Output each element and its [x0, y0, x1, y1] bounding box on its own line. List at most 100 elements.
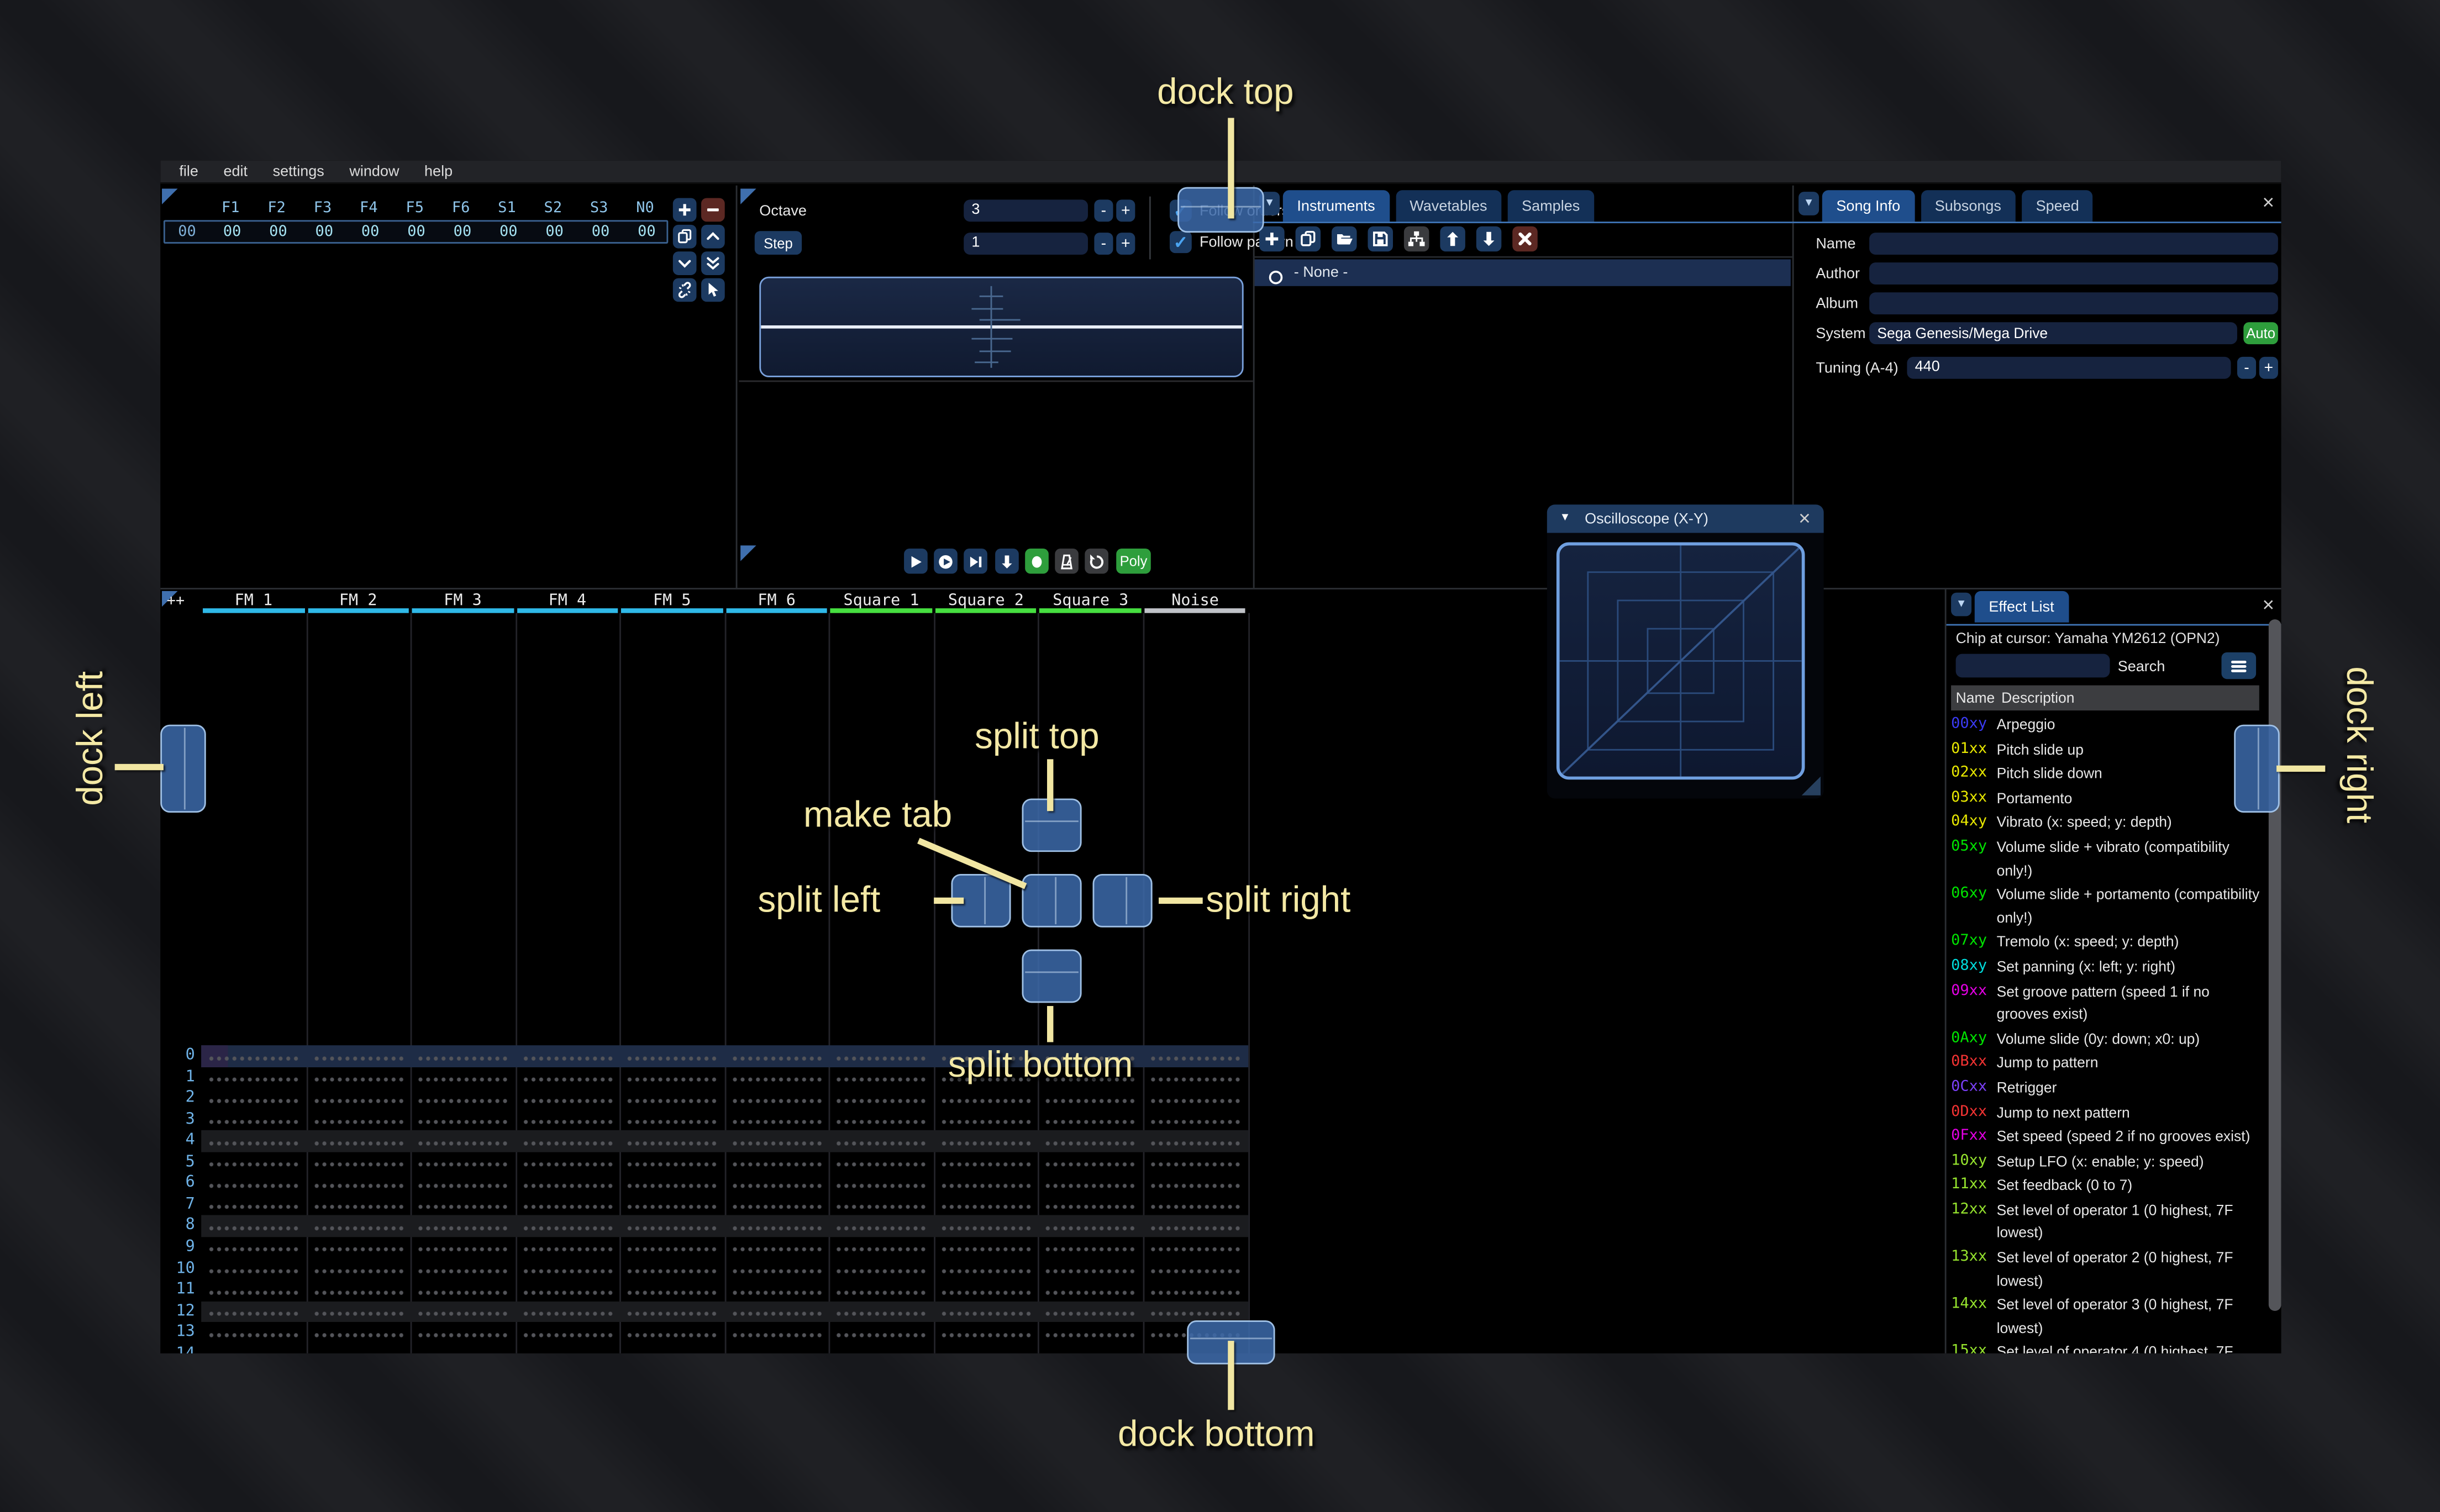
pattern-cell[interactable]	[833, 1300, 928, 1323]
pattern-cell[interactable]	[729, 1109, 823, 1131]
note-preview-scope[interactable]	[759, 276, 1244, 377]
pattern-cell[interactable]	[938, 1151, 1032, 1173]
close-icon[interactable]: ×	[1799, 508, 1811, 528]
pattern-cell[interactable]	[519, 1066, 614, 1088]
poly-button[interactable]: Poly	[1116, 549, 1151, 574]
pattern-cell[interactable]	[311, 1279, 404, 1301]
tuning-plus-button[interactable]: +	[2259, 356, 2278, 379]
effect-row[interactable]: 04xy Vibrato (x: speed; y: depth)	[1951, 812, 2265, 835]
instrument-plus-button[interactable]	[1259, 226, 1285, 252]
pattern-cell[interactable]	[729, 1066, 823, 1088]
pattern-cell[interactable]	[1147, 1130, 1242, 1152]
pattern-cell[interactable]	[206, 1066, 300, 1088]
pattern-cell[interactable]	[938, 1322, 1032, 1344]
pattern-cell[interactable]	[938, 1237, 1032, 1258]
pattern-cell[interactable]	[311, 1215, 404, 1237]
pattern-cell[interactable]	[624, 1215, 718, 1237]
pattern-cell[interactable]	[206, 1088, 300, 1109]
dock-right-target[interactable]	[2234, 724, 2280, 813]
record-button[interactable]	[1024, 549, 1049, 574]
effect-list-menu-button[interactable]	[2221, 652, 2257, 679]
step-minus-button[interactable]: -	[1094, 233, 1113, 255]
pattern-row[interactable]: 14	[160, 1343, 1944, 1353]
orders-plus-button[interactable]	[672, 198, 697, 222]
pattern-cell[interactable]	[519, 1300, 614, 1323]
effect-row[interactable]: 00xy Arpeggio	[1951, 714, 2265, 737]
oscilloscope-titlebar[interactable]: ▼ Oscilloscope (X-Y) ×	[1547, 504, 1824, 533]
pattern-cell[interactable]	[1147, 1194, 1242, 1216]
pattern-cell[interactable]	[624, 1151, 718, 1173]
pattern-cell[interactable]	[519, 1130, 614, 1152]
menu-file[interactable]: file	[167, 162, 211, 180]
auto-system-button[interactable]: Auto	[2243, 322, 2278, 345]
effect-row[interactable]: 01xx Pitch slide up	[1951, 738, 2265, 761]
menu-help[interactable]: help	[412, 162, 465, 180]
pattern-row[interactable]: 8	[160, 1215, 1944, 1237]
pattern-row[interactable]: 11	[160, 1279, 1944, 1301]
order-cell[interactable]: 00	[348, 223, 393, 240]
pattern-cell[interactable]	[519, 1173, 614, 1195]
pattern-cell[interactable]	[206, 1045, 300, 1067]
system-input[interactable]: Sega Genesis/Mega Drive	[1869, 322, 2237, 345]
repeat-button[interactable]	[1085, 549, 1109, 574]
pattern-row[interactable]: 4	[160, 1130, 1944, 1152]
pattern-cell[interactable]	[415, 1109, 509, 1131]
octave-plus-button[interactable]: +	[1116, 199, 1135, 222]
pattern-cell[interactable]	[1043, 1173, 1137, 1195]
instrument-duplicate-button[interactable]	[1295, 226, 1321, 252]
pattern-cell[interactable]	[833, 1151, 928, 1173]
effect-row[interactable]: 0Axy Volume slide (0y: down; x0: up)	[1951, 1028, 2265, 1051]
tab-wavetables[interactable]: Wavetables	[1395, 190, 1502, 222]
effect-row[interactable]: 15xx Set level of operator 4 (0 highest, …	[1951, 1341, 2265, 1353]
tab-effect-list[interactable]: Effect List	[1974, 591, 2069, 623]
dock-top-target[interactable]	[1177, 187, 1264, 233]
pattern-row[interactable]: 10	[160, 1258, 1944, 1280]
pattern-cell[interactable]	[729, 1237, 823, 1258]
pattern-cell[interactable]	[415, 1088, 509, 1109]
pattern-cell[interactable]	[624, 1173, 718, 1195]
pattern-cell[interactable]	[624, 1300, 718, 1323]
effect-row[interactable]: 02xx Pitch slide down	[1951, 763, 2265, 786]
pattern-cell[interactable]	[519, 1258, 614, 1280]
pattern-cell[interactable]	[833, 1130, 928, 1152]
tab-list-button[interactable]: ▼	[1951, 592, 1972, 617]
pattern-cell[interactable]	[415, 1258, 509, 1280]
pattern-cell[interactable]	[206, 1300, 300, 1323]
orders-chevron-down-button[interactable]	[672, 251, 697, 275]
tab-subsongs[interactable]: Subsongs	[1921, 190, 2016, 222]
tab-list-button[interactable]: ▼	[1799, 192, 1820, 215]
tab-instruments[interactable]: Instruments	[1282, 190, 1390, 222]
pattern-cell[interactable]	[833, 1237, 928, 1258]
split-bottom-target[interactable]	[1022, 949, 1082, 1003]
pattern-cell[interactable]	[519, 1279, 614, 1301]
effect-row[interactable]: 05xy Volume slide + vibrato (compatibilit…	[1951, 836, 2265, 882]
tab-samples[interactable]: Samples	[1507, 190, 1594, 222]
pattern-cell[interactable]	[1147, 1045, 1242, 1067]
pattern-cell[interactable]	[624, 1322, 718, 1344]
pattern-cell[interactable]	[1147, 1237, 1242, 1258]
pattern-cell[interactable]	[206, 1109, 300, 1131]
pattern-cell[interactable]	[1043, 1130, 1137, 1152]
pattern-cell[interactable]	[938, 1258, 1032, 1280]
effect-row[interactable]: 07xy Tremolo (x: speed; y: depth)	[1951, 931, 2265, 954]
tuning-minus-button[interactable]: -	[2237, 356, 2257, 379]
pattern-cell[interactable]	[415, 1151, 509, 1173]
pattern-cell[interactable]	[624, 1258, 718, 1280]
pattern-cell[interactable]	[729, 1173, 823, 1195]
pattern-cell[interactable]	[1043, 1258, 1137, 1280]
pattern-cell[interactable]	[206, 1151, 300, 1173]
pattern-cell[interactable]	[624, 1343, 718, 1353]
pattern-cell[interactable]	[1147, 1279, 1242, 1301]
pattern-cell[interactable]	[729, 1151, 823, 1173]
pattern-cell[interactable]	[833, 1258, 928, 1280]
pattern-cell[interactable]	[729, 1045, 823, 1067]
menu-edit[interactable]: edit	[211, 162, 260, 180]
effect-row[interactable]: 09xx Set groove pattern (speed 1 if no gr…	[1951, 980, 2265, 1026]
instrument-save-button[interactable]	[1368, 226, 1393, 252]
play-button[interactable]	[904, 549, 928, 574]
collapse-icon[interactable]: ▼	[1560, 513, 1571, 524]
pattern-cell[interactable]	[938, 1279, 1032, 1301]
pattern-cell[interactable]	[311, 1088, 404, 1109]
effect-search-input[interactable]	[1955, 654, 2110, 678]
pattern-cell[interactable]	[415, 1066, 509, 1088]
